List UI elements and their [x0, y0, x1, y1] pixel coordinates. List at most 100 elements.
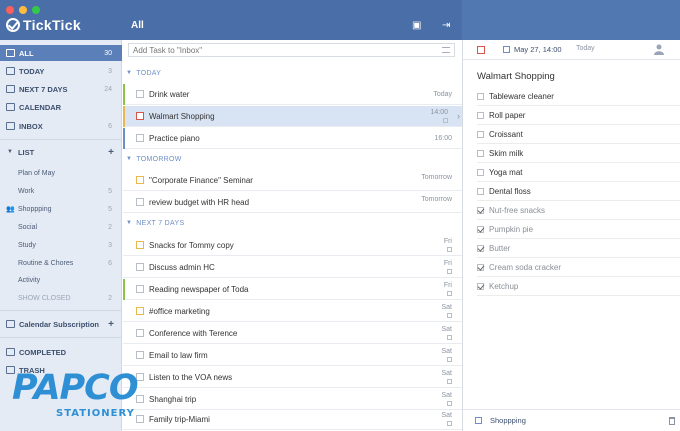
- section-header-today[interactable]: ▼ TODAY: [123, 66, 462, 80]
- window-controls: [6, 6, 40, 14]
- sidebar-item-all[interactable]: ALL 30: [0, 45, 122, 61]
- sidebar-item-calendar[interactable]: CALENDAR: [0, 99, 122, 115]
- detail-toolbar: [462, 0, 680, 40]
- subtask-list-icon: [447, 421, 452, 426]
- task-checkbox[interactable]: [136, 329, 144, 337]
- subtask-item[interactable]: Tableware cleaner: [477, 87, 680, 106]
- sidebar-list-item[interactable]: Plan of May: [0, 165, 122, 181]
- list-menu-icon[interactable]: [442, 47, 450, 53]
- app-name: TickTick: [23, 17, 81, 33]
- sidebar-list-item[interactable]: Work 5: [0, 183, 122, 199]
- subtask-item[interactable]: Yoga mat: [477, 163, 680, 182]
- subtask-checkbox[interactable]: [477, 111, 484, 119]
- chevron-down-icon: ▼: [126, 70, 133, 76]
- task-row[interactable]: Conference with Terence Sat: [123, 323, 462, 344]
- task-checkbox[interactable]: [136, 198, 144, 206]
- sidebar-list-item[interactable]: Study 3: [0, 237, 122, 253]
- detail-footer: Shoppping: [463, 409, 680, 431]
- sidebar-item-today[interactable]: TODAY 3: [0, 63, 122, 79]
- task-checkbox[interactable]: [136, 176, 144, 184]
- subtask-item[interactable]: Ketchup: [477, 277, 680, 296]
- subtask-checkbox[interactable]: [477, 92, 484, 100]
- subtask-list-icon: [447, 313, 452, 318]
- subtask-list-icon: [447, 247, 452, 252]
- subtask-checkbox[interactable]: [477, 244, 484, 252]
- sort-icon[interactable]: ⇥: [442, 20, 450, 31]
- subtask-checkbox[interactable]: [477, 263, 484, 271]
- subtask-checkbox[interactable]: [477, 225, 484, 233]
- subtask-checkbox[interactable]: [477, 168, 484, 176]
- assignee-icon[interactable]: [654, 44, 664, 55]
- task-checkbox[interactable]: [136, 263, 144, 271]
- inbox-icon: [6, 122, 15, 130]
- task-checkbox[interactable]: [136, 351, 144, 359]
- subtask-item[interactable]: Skim milk: [477, 144, 680, 163]
- task-checkbox[interactable]: [136, 134, 144, 142]
- zoom-window-button[interactable]: [32, 6, 40, 14]
- sidebar-list-item[interactable]: Routine & Chores 6: [0, 255, 122, 271]
- task-row[interactable]: Discuss admin HC Fri: [123, 257, 462, 278]
- sidebar-show-closed[interactable]: SHOW CLOSED 2: [0, 290, 122, 306]
- subtask-checkbox[interactable]: [477, 149, 484, 157]
- sidebar-list-item[interactable]: Social 2: [0, 219, 122, 235]
- subtask-item[interactable]: Roll paper: [477, 106, 680, 125]
- add-list-button[interactable]: +: [108, 147, 114, 158]
- task-row[interactable]: Snacks for Tommy copy Fri: [123, 235, 462, 256]
- task-row-selected[interactable]: Walmart Shopping 14:00 ›: [123, 106, 462, 127]
- sidebar-list-header[interactable]: ▼ LIST +: [0, 144, 122, 160]
- calendar-icon[interactable]: [503, 46, 510, 53]
- archive-icon[interactable]: ▣: [412, 20, 421, 31]
- add-task-input[interactable]: [133, 44, 433, 56]
- task-row[interactable]: #office marketing Sat: [123, 301, 462, 322]
- subtask-checkbox[interactable]: [477, 130, 484, 138]
- sidebar-list-item[interactable]: Activity: [0, 272, 122, 288]
- add-subscription-button[interactable]: +: [108, 319, 114, 330]
- task-checkbox[interactable]: [136, 90, 144, 98]
- calendar-day-icon: [6, 67, 15, 75]
- task-row[interactable]: Listen to the VOA news Sat: [123, 367, 462, 388]
- task-row[interactable]: review budget with HR head Tomorrow: [123, 192, 462, 213]
- task-row[interactable]: Practice piano 16:00: [123, 128, 462, 149]
- section-header-next-7-days[interactable]: ▼ NEXT 7 DAYS: [123, 216, 462, 230]
- close-window-button[interactable]: [6, 6, 14, 14]
- sidebar-item-completed[interactable]: COMPLETED: [0, 344, 122, 360]
- section-header-tomorrow[interactable]: ▼ TOMORROW: [123, 152, 462, 166]
- sidebar-item-inbox[interactable]: INBOX 6: [0, 118, 122, 134]
- repeat-label[interactable]: Today: [576, 45, 595, 52]
- subtask-item[interactable]: Pumpkin pie: [477, 220, 680, 239]
- task-list-selector[interactable]: Shoppping: [490, 416, 526, 425]
- papco-watermark-logo: PAPCO STATIONERY: [12, 368, 139, 419]
- task-row[interactable]: Shanghai trip Sat: [123, 389, 462, 410]
- subtask-list-icon: [443, 118, 448, 123]
- task-row[interactable]: Family trip-Miami Sat: [123, 409, 462, 430]
- subtask-checkbox[interactable]: [477, 282, 484, 290]
- task-checkbox[interactable]: [136, 285, 144, 293]
- task-row[interactable]: "Corporate Finance" Seminar Tomorrow: [123, 170, 462, 191]
- task-row[interactable]: Reading newspaper of Toda Fri: [123, 279, 462, 300]
- subtask-list-icon: [447, 269, 452, 274]
- subtask-list-icon: [447, 291, 452, 296]
- due-date[interactable]: May 27, 14:00: [514, 45, 562, 54]
- task-detail-panel: May 27, 14:00 Today Walmart Shopping Tab…: [462, 40, 680, 431]
- task-checkbox[interactable]: [136, 307, 144, 315]
- subtask-item[interactable]: Croissant: [477, 125, 680, 144]
- detail-title[interactable]: Walmart Shopping: [477, 71, 555, 82]
- subtask-checkbox[interactable]: [477, 187, 484, 195]
- sidebar-list-item[interactable]: 👥 Shoppping 5: [0, 201, 122, 217]
- trash-icon[interactable]: [669, 417, 675, 425]
- subtask-item[interactable]: Cream soda cracker: [477, 258, 680, 277]
- task-row[interactable]: Email to law firm Sat: [123, 345, 462, 366]
- detail-task-checkbox[interactable]: [477, 45, 485, 54]
- task-checkbox[interactable]: [136, 241, 144, 249]
- subtask-item[interactable]: Dental floss: [477, 182, 680, 201]
- task-checkbox[interactable]: [136, 112, 144, 120]
- task-row[interactable]: Drink water Today: [123, 84, 462, 105]
- sidebar-item-next-7-days[interactable]: NEXT 7 DAYS 24: [0, 81, 122, 97]
- subtask-item[interactable]: Nut-free snacks: [477, 201, 680, 220]
- chevron-right-icon[interactable]: ›: [457, 111, 460, 121]
- subtask-checkbox[interactable]: [477, 206, 484, 214]
- add-task-bar[interactable]: [128, 43, 455, 57]
- minimize-window-button[interactable]: [19, 6, 27, 14]
- subtask-item[interactable]: Butter: [477, 239, 680, 258]
- sidebar-calendar-subscription[interactable]: Calendar Subscription +: [0, 316, 122, 332]
